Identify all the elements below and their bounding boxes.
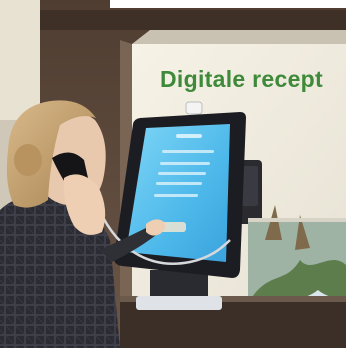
screen-text-line-5 [154, 194, 198, 197]
screen-text-line-4 [156, 182, 202, 185]
screen-header-bar [176, 134, 202, 138]
ceiling-light [110, 0, 346, 8]
person-hair-bun [14, 144, 42, 176]
screen-text-line-1 [162, 150, 214, 153]
photo-kiosk-scene: Digitale recept [0, 0, 346, 348]
screen-text-line-2 [160, 162, 210, 165]
photo-canvas [0, 0, 346, 348]
camera-device [185, 101, 203, 115]
screen-text-line-3 [158, 172, 206, 175]
display-frame-top [248, 218, 346, 222]
niche-ceiling [132, 30, 346, 44]
wall-sign-text: Digitale recept [160, 66, 323, 92]
cabinet-top-trim [40, 10, 346, 30]
kiosk-base-plate [136, 296, 222, 310]
